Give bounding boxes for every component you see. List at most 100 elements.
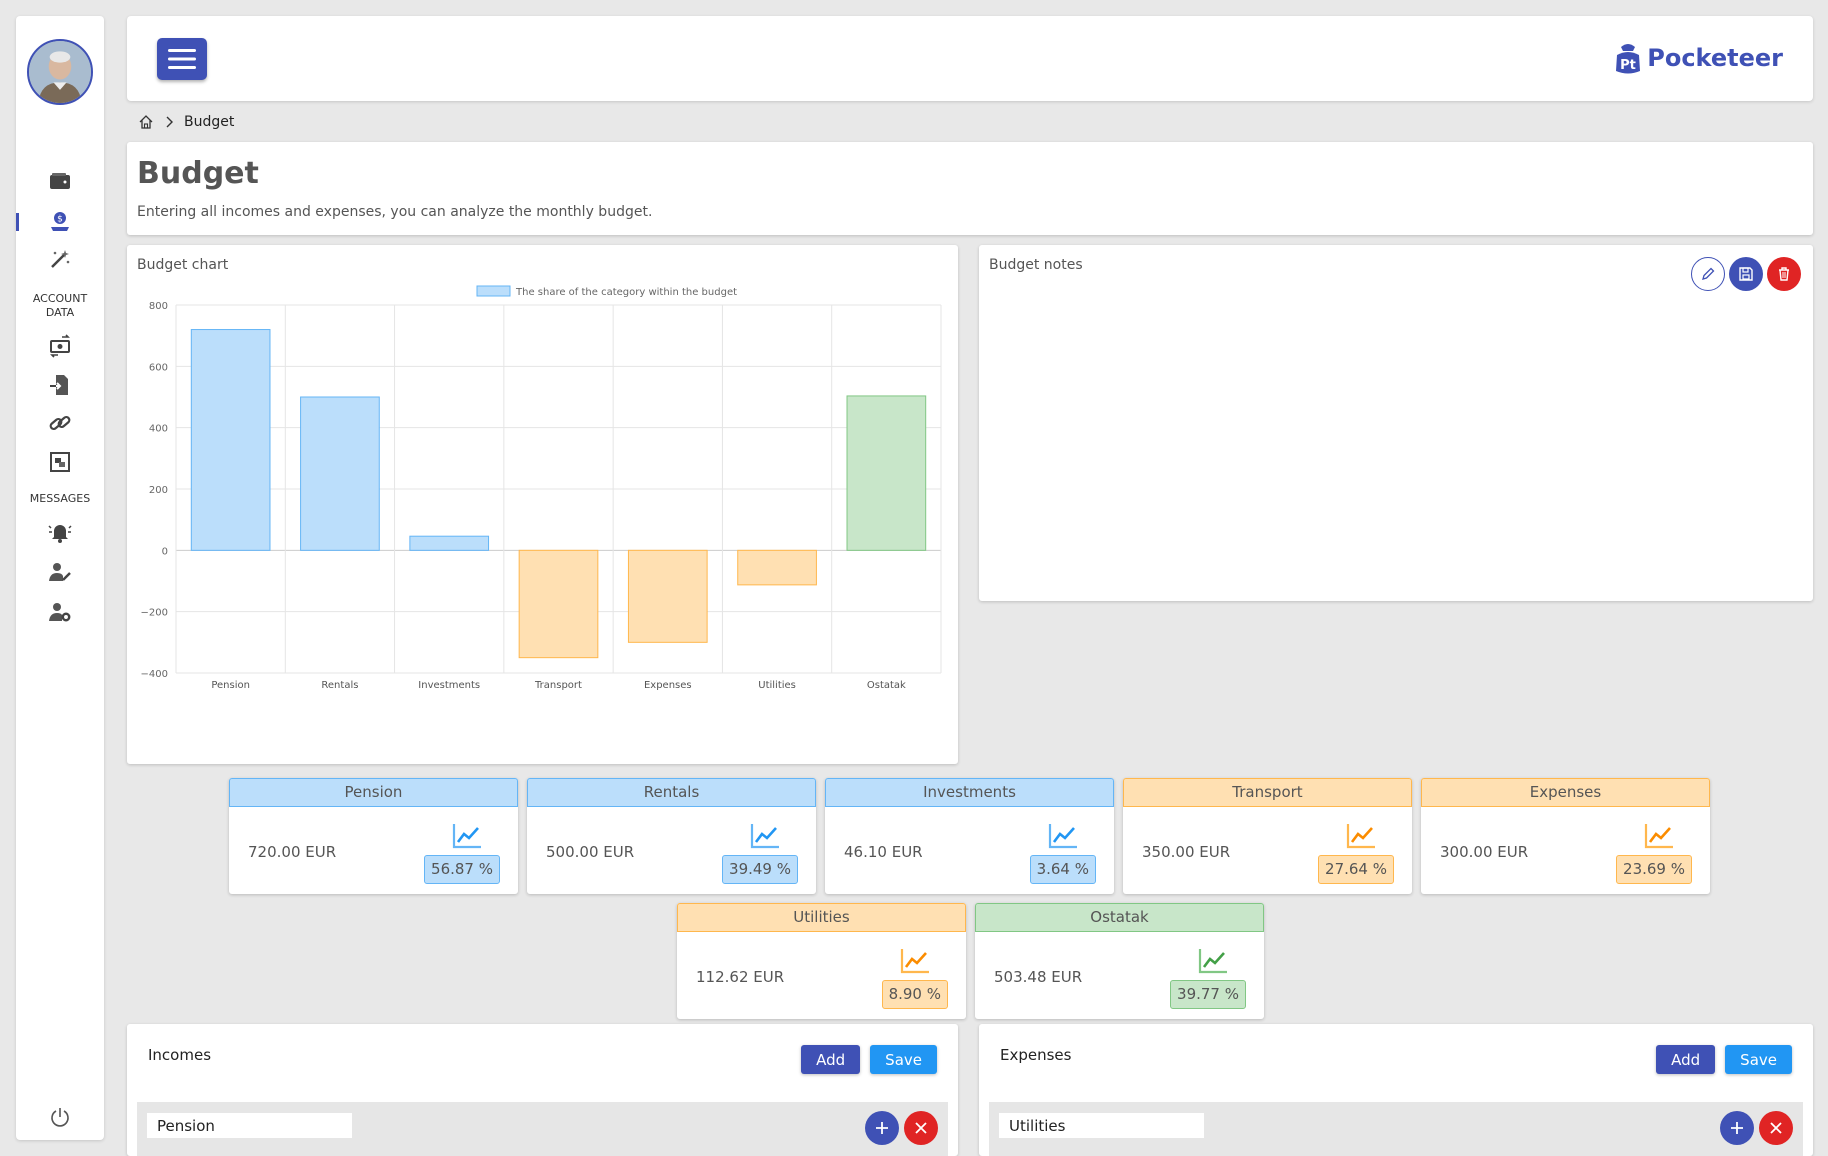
category-tile: Utilities 112.62 EUR 8.90 % — [677, 903, 966, 1019]
income-name-input[interactable] — [147, 1113, 352, 1138]
remove-income-item-button[interactable] — [904, 1111, 938, 1145]
budget-icon[interactable]: $ — [44, 207, 76, 235]
add-expense-item-button[interactable] — [1720, 1111, 1754, 1145]
x-tick-label: Transport — [534, 680, 582, 691]
tile-title: Expenses — [1421, 778, 1710, 807]
chart-card-title: Budget chart — [137, 257, 229, 273]
breadcrumb: Budget — [138, 113, 234, 131]
y-tick-label: −400 — [141, 669, 168, 680]
income-row — [137, 1102, 948, 1156]
trending-up-icon — [1346, 824, 1375, 849]
trending-up-icon — [1048, 824, 1077, 849]
trash-icon — [1779, 267, 1789, 281]
section-account-data: ACCOUNT DATA — [32, 292, 88, 319]
tile-percentage: 56.87 % — [424, 855, 500, 884]
bar-expenses — [627, 549, 708, 643]
x-tick-label: Utilities — [758, 680, 796, 691]
tile-title: Transport — [1123, 778, 1412, 807]
top-bar: Pt Pocketeer — [127, 16, 1813, 101]
tile-value: 500.00 EUR — [546, 843, 635, 861]
y-tick-label: 400 — [149, 424, 168, 435]
home-icon[interactable] — [138, 114, 154, 130]
user-edit-icon[interactable] — [44, 558, 76, 586]
user-avatar[interactable] — [27, 39, 93, 105]
hamburger-icon — [168, 49, 196, 69]
expenses-title: Expenses — [1000, 1046, 1072, 1064]
transfer-icon[interactable] — [44, 332, 76, 360]
save-expenses-button[interactable]: Save — [1725, 1045, 1792, 1074]
legend-swatch — [476, 285, 511, 297]
add-income-button[interactable]: Add — [801, 1045, 861, 1074]
bar-pension — [190, 329, 271, 551]
bar-rentals — [300, 396, 380, 551]
edit-notes-button[interactable] — [1691, 257, 1725, 291]
chevron-right-icon — [166, 116, 173, 128]
bar-investments — [409, 535, 490, 551]
page-title: Budget — [137, 156, 259, 191]
tile-percentage: 27.64 % — [1318, 855, 1394, 884]
brand-badge: Pt — [1620, 58, 1636, 73]
category-tile: Expenses 300.00 EUR 23.69 % — [1421, 778, 1710, 894]
alarm-bell-icon[interactable] — [44, 518, 76, 546]
power-icon[interactable] — [44, 1103, 76, 1131]
notes-card-title: Budget notes — [989, 257, 1083, 273]
image-gallery-icon[interactable] — [44, 448, 76, 476]
tile-value: 503.48 EUR — [994, 968, 1083, 986]
pencil-icon — [1702, 267, 1715, 280]
budget-notes-card: Budget notes — [979, 245, 1813, 601]
bar-transport — [518, 549, 599, 659]
category-tile: Transport 350.00 EUR 27.64 % — [1123, 778, 1412, 894]
wallet-icon[interactable] — [44, 167, 76, 195]
budget-chart: The share of the category within the bud… — [141, 285, 942, 691]
trending-up-icon — [1644, 824, 1673, 849]
brand-name: Pocketeer — [1647, 44, 1783, 72]
plus-icon — [876, 1122, 888, 1134]
avatar-portrait-icon — [29, 41, 91, 103]
tile-title: Investments — [825, 778, 1114, 807]
user-settings-icon[interactable] — [44, 598, 76, 626]
add-income-item-button[interactable] — [865, 1111, 899, 1145]
tile-percentage: 3.64 % — [1029, 855, 1096, 884]
incomes-card: Incomes Add Save — [127, 1024, 958, 1156]
save-notes-button[interactable] — [1729, 257, 1763, 291]
link-icon[interactable] — [44, 409, 76, 437]
x-tick-label: Rentals — [321, 680, 358, 691]
tile-title: Ostatak — [975, 903, 1264, 932]
category-tile: Investments 46.10 EUR 3.64 % — [825, 778, 1114, 894]
brand-logo[interactable]: Pt Pocketeer — [1613, 40, 1783, 76]
trending-up-icon — [750, 824, 779, 849]
expense-name-input[interactable] — [999, 1113, 1204, 1138]
y-tick-label: −200 — [141, 608, 168, 619]
page-header-card: Budget Entering all incomes and expenses… — [127, 142, 1813, 235]
x-tick-label: Investments — [418, 680, 480, 691]
tile-percentage: 39.49 % — [722, 855, 798, 884]
import-icon[interactable] — [44, 371, 76, 399]
page-description: Entering all incomes and expenses, you c… — [137, 204, 653, 220]
tile-title: Utilities — [677, 903, 966, 932]
expenses-card: Expenses Add Save — [979, 1024, 1813, 1156]
trending-up-icon — [452, 824, 481, 849]
y-tick-label: 200 — [149, 485, 168, 496]
save-incomes-button[interactable]: Save — [870, 1045, 937, 1074]
trending-up-icon — [900, 949, 929, 974]
trending-up-icon — [1198, 949, 1227, 974]
breadcrumb-current: Budget — [184, 114, 235, 130]
add-expense-button[interactable]: Add — [1656, 1045, 1716, 1074]
tile-value: 720.00 EUR — [248, 843, 337, 861]
section-messages: MESSAGES — [29, 492, 91, 505]
legend-label: The share of the category within the bud… — [515, 287, 737, 298]
magic-wand-icon[interactable] — [44, 245, 76, 273]
tile-percentage: 39.77 % — [1170, 980, 1246, 1009]
svg-text:$: $ — [57, 215, 63, 225]
y-tick-label: 800 — [149, 301, 168, 312]
tile-value: 350.00 EUR — [1142, 843, 1231, 861]
sidebar: $ ACCOUNT DATA MESSAGES — [16, 16, 104, 1140]
delete-notes-button[interactable] — [1767, 257, 1801, 291]
close-icon — [1770, 1122, 1782, 1134]
menu-button[interactable] — [157, 38, 207, 80]
x-tick-label: Expenses — [644, 680, 692, 691]
plus-icon — [1731, 1122, 1743, 1134]
x-tick-label: Pension — [211, 680, 250, 691]
active-indicator — [16, 213, 19, 231]
remove-expense-item-button[interactable] — [1759, 1111, 1793, 1145]
